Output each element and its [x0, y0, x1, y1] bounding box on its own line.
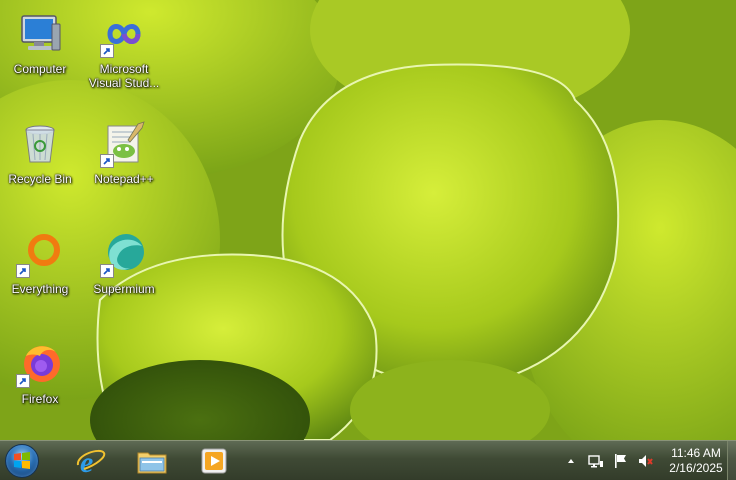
computer-icon: [21, 15, 61, 51]
desktop-icon-firefox[interactable]: Firefox: [0, 334, 80, 438]
desktop-icon-computer[interactable]: Computer: [0, 4, 80, 108]
desktop-icon-label: Recycle Bin: [8, 172, 72, 186]
desktop-icon-label: Firefox: [21, 392, 59, 406]
taskbar: e 11:46 AM 2/16/2025: [0, 440, 736, 480]
system-tray: 11:46 AM 2/16/2025: [556, 441, 726, 480]
desktop-icon-label: Everything: [11, 282, 69, 296]
shortcut-arrow-icon: [100, 44, 114, 58]
svg-text:e: e: [80, 446, 93, 477]
network-tray-button[interactable]: [586, 451, 606, 471]
show-desktop-button[interactable]: [727, 441, 736, 480]
desktop-icon-label: Supermium: [93, 282, 155, 296]
internet-explorer-icon: e: [76, 446, 106, 477]
clock-date: 2/16/2025: [669, 461, 723, 475]
shortcut-arrow-icon: [100, 264, 114, 278]
desktop-icon-label: Microsoft Visual Stud...: [88, 62, 160, 90]
windows-start-orb-icon: [14, 451, 30, 469]
action-center-tray-button[interactable]: [611, 451, 631, 471]
recycle-bin-icon: [25, 125, 55, 163]
media-player-icon: [201, 448, 227, 473]
network-icon: [588, 455, 603, 468]
taskbar-media-player-button[interactable]: [186, 442, 242, 480]
action-center-flag-icon: [615, 454, 626, 468]
desktop-icon-notepad-plus-plus[interactable]: Notepad++: [84, 114, 164, 218]
file-explorer-icon: [137, 452, 167, 473]
show-hidden-icons-button[interactable]: [561, 451, 581, 471]
chevron-up-icon: [568, 459, 574, 463]
desktop-icon-label: Notepad++: [94, 172, 154, 186]
taskbar-internet-explorer-button[interactable]: e: [62, 442, 118, 480]
start-button[interactable]: [0, 441, 44, 480]
desktop-icon-supermium[interactable]: Supermium: [84, 224, 164, 328]
desktop-icon-recycle-bin[interactable]: Recycle Bin: [0, 114, 80, 218]
taskbar-clock[interactable]: 11:46 AM 2/16/2025: [666, 446, 726, 476]
shortcut-arrow-icon: [16, 374, 30, 388]
desktop-icon-label: Computer: [13, 62, 67, 76]
desktop-icon-visual-studio[interactable]: Microsoft Visual Stud...: [84, 4, 164, 108]
volume-tray-button[interactable]: [636, 451, 656, 471]
desktop-icon-everything[interactable]: Everything: [0, 224, 80, 328]
volume-muted-icon: [639, 455, 653, 467]
clock-time: 11:46 AM: [671, 446, 721, 460]
taskbar-file-explorer-button[interactable]: [124, 442, 180, 480]
shortcut-arrow-icon: [100, 154, 114, 168]
shortcut-arrow-icon: [16, 264, 30, 278]
